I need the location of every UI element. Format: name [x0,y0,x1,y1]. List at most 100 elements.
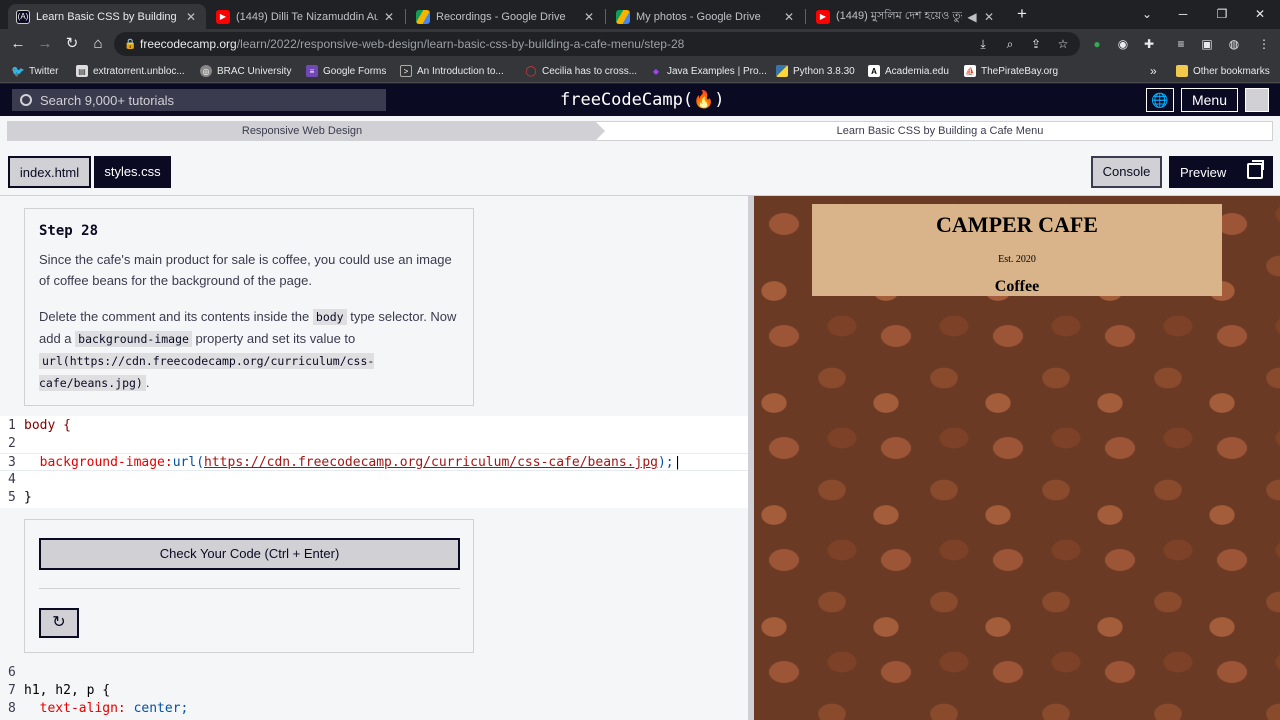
check-code-button[interactable]: Check Your Code (Ctrl + Enter) [39,538,460,570]
tab-separator [405,9,406,24]
tab-drive-photos[interactable]: My photos - Google Drive ✕ [608,4,804,29]
close-window-icon[interactable]: ✕ [1250,4,1270,24]
bookmark-academia[interactable]: A Academia.edu [868,63,949,79]
step-instructions: Step 28 Since the cafe's main product fo… [24,208,474,406]
workspace: Responsive Web Design Learn Basic CSS by… [0,116,1280,720]
code-line: 4 [8,472,16,487]
address-bar[interactable]: 🔒 freecodecamp.org/learn/2022/responsive… [114,32,1080,56]
language-globe-icon[interactable]: 🌐 [1146,88,1174,112]
close-icon[interactable]: ✕ [184,10,198,24]
side-panel-icon[interactable]: ▣ [1198,35,1216,53]
tab-drive-recordings[interactable]: Recordings - Google Drive ✕ [408,4,604,29]
instruction-paragraph-1: Since the cafe's main product for sale i… [39,252,452,288]
breadcrumb-block[interactable]: Learn Basic CSS by Building a Cafe Menu [608,122,1272,140]
preview-button[interactable]: Preview [1169,156,1273,188]
more-bookmarks-button[interactable]: » [1150,63,1157,79]
new-tab-icon[interactable]: + [1012,4,1032,24]
google-forms-icon: ≡ [306,65,318,77]
cafe-title: CAMPER CAFE [936,212,1098,237]
python-icon [776,65,788,77]
code-line: 8 text-align: center; [8,701,189,716]
extensions-puzzle-icon[interactable]: ✚ [1140,35,1158,53]
step-title: Step 28 [39,223,99,239]
close-icon[interactable]: ✕ [782,10,796,24]
code-line: 7 h1, h2, p { [8,683,111,698]
bookmark-piratebay[interactable]: ⛵ ThePirateBay.org [964,63,1058,79]
codeforces-icon: ◯ [525,65,537,77]
cafe-menu-card: CAMPER CAFE Est. 2020 Coffee [812,204,1222,296]
tab-styles-css[interactable]: styles.css [94,156,171,188]
browser-tab-bar: (A) Learn Basic CSS by Building a Ca... … [0,0,1280,29]
code-line: 6 [8,665,16,680]
code-editor-continued[interactable]: 6 7 h1, h2, p { 8 text-align: center; [0,664,750,720]
freecodecamp-logo[interactable]: freeCodeCamp(🔥) [560,90,724,110]
share-icon[interactable]: ⇪ [1027,35,1045,53]
zoom-icon[interactable]: ⌕ [1001,35,1019,53]
reset-icon[interactable]: ↻ [39,608,79,638]
code-line: 1 body { [8,418,71,433]
tab-youtube-1[interactable]: ▶ (1449) Dilli Te Nizamuddin Aulia ✕ [208,4,404,29]
tab-separator [805,9,806,24]
search-input[interactable]: Search 9,000+ tutorials [12,89,386,111]
bookmark-star-icon[interactable]: ☆ [1054,35,1072,53]
profile-avatar-icon[interactable]: ◍ [1225,35,1243,53]
minimize-icon[interactable]: ─ [1173,4,1193,24]
tab-search-icon[interactable]: ⌄ [1137,4,1157,24]
editor-pane: Step 28 Since the cafe's main product fo… [0,196,750,720]
bookmark-java-examples[interactable]: ◆ Java Examples | Pro... [650,63,767,79]
maximize-icon[interactable]: ❐ [1212,4,1232,24]
google-drive-icon [416,9,430,24]
java-icon: ◆ [652,66,660,76]
terminal-icon: > [400,65,412,77]
bookmark-twitter[interactable]: 🐦 Twitter [11,63,58,79]
home-icon[interactable]: ⌂ [88,34,108,54]
browser-toolbar: ← → ↻ ⌂ 🔒 freecodecamp.org/learn/2022/re… [0,29,1280,59]
speaker-icon[interactable]: ◀ [966,10,978,24]
more-menu-icon[interactable]: ⋮ [1255,35,1273,53]
menu-button[interactable]: Menu [1181,88,1238,112]
reload-icon[interactable]: ↻ [62,34,82,54]
tab-youtube-2[interactable]: ▶ (1449) মুসলিম দেশ হয়েও তুর ◀ ✕ [808,4,1004,29]
cafe-established: Est. 2020 [998,254,1036,265]
cafe-section-heading: Coffee [994,278,1040,295]
breadcrumb-superblock[interactable]: Responsive Web Design [8,122,605,140]
code-line: 5} [8,490,32,505]
tab-index-html[interactable]: index.html [8,156,91,188]
forward-icon[interactable]: → [35,34,55,54]
tab-separator [605,9,606,24]
youtube-icon: ▶ [816,9,830,24]
tab-freecodecamp[interactable]: (A) Learn Basic CSS by Building a Ca... … [8,4,206,29]
page-icon: ▤ [76,65,88,77]
piratebay-icon: ⛵ [964,65,976,77]
globe-icon: ◎ [200,65,212,77]
bookmark-cecilia[interactable]: ◯ Cecilia has to cross... [525,63,637,79]
close-icon[interactable]: ✕ [582,10,596,24]
action-panel: Check Your Code (Ctrl + Enter) ↻ [24,519,474,653]
other-bookmarks-folder[interactable]: Other bookmarks [1176,63,1270,79]
divider [39,588,460,589]
close-icon[interactable]: ✕ [982,10,996,24]
breadcrumb: Responsive Web Design Learn Basic CSS by… [7,121,1273,141]
bookmark-brac[interactable]: ◎ BRAC University [200,63,291,79]
popout-window-icon[interactable] [1247,160,1264,179]
bookmark-python[interactable]: Python 3.8.30 [776,63,855,79]
freecodecamp-icon: (A) [16,9,30,24]
reading-list-icon[interactable]: ≡ [1172,35,1190,53]
grammarly-icon[interactable]: ● [1088,35,1106,53]
extension-face-icon[interactable]: ◉ [1114,35,1132,53]
console-button[interactable]: Console [1091,156,1162,188]
code-editor[interactable]: 1 body { 2 3 background-image:url(https:/… [0,416,750,508]
code-line: 2 [8,436,16,451]
avatar[interactable] [1245,88,1269,112]
lock-icon: 🔒 [124,38,137,50]
folder-icon [1176,65,1188,77]
install-app-icon[interactable]: ⤓ [974,35,992,53]
bookmark-google-forms[interactable]: ≡ Google Forms [306,63,386,79]
close-icon[interactable]: ✕ [382,10,396,24]
bookmark-extratorrent[interactable]: ▤ extratorrent.unbloc... [76,63,185,79]
fcc-navbar: Search 9,000+ tutorials freeCodeCamp(🔥) … [0,84,1280,116]
bookmark-introduction[interactable]: > An Introduction to... [400,63,504,79]
bookmarks-bar: 🐦 Twitter ▤ extratorrent.unbloc... ◎ BRAC U… [0,59,1280,83]
code-line-active: 3 background-image:url(https://cdn.freec… [0,453,750,471]
back-icon[interactable]: ← [8,34,28,54]
